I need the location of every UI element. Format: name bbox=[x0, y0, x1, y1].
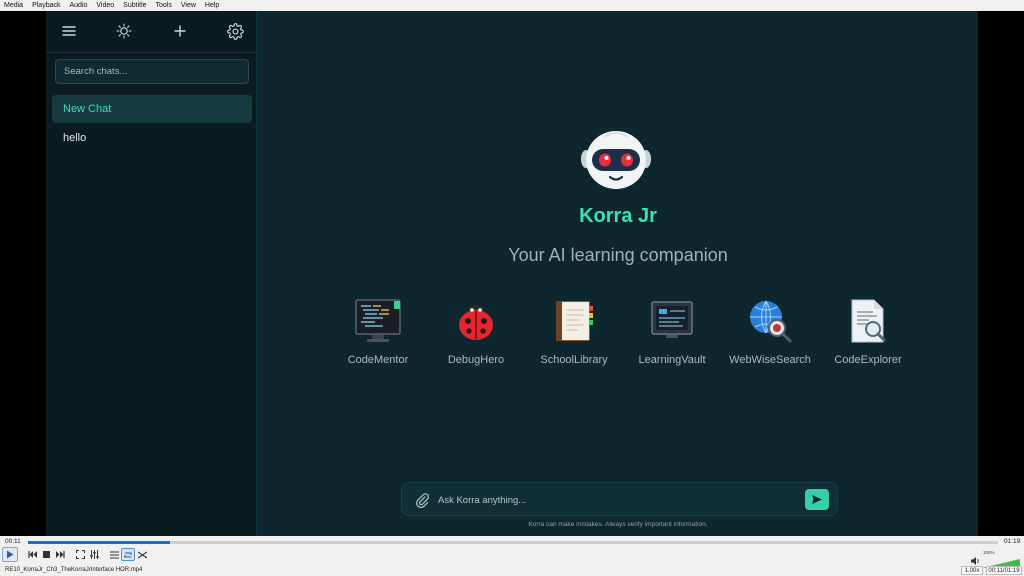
tool-schoollibrary[interactable]: SchoolLibrary bbox=[526, 297, 622, 366]
chat-item-label: New Chat bbox=[63, 103, 112, 115]
chat-item-hello[interactable]: hello bbox=[52, 124, 252, 152]
playback-rate[interactable]: 1.00x bbox=[961, 566, 983, 575]
tool-learningvault[interactable]: LearningVault bbox=[624, 297, 720, 366]
code-monitor-icon bbox=[354, 297, 402, 345]
fullscreen-icon bbox=[75, 550, 85, 559]
shuffle-button[interactable] bbox=[135, 548, 149, 561]
tool-label: SchoolLibrary bbox=[540, 354, 608, 366]
equalizer-icon bbox=[89, 550, 99, 559]
sidebar-toolbar bbox=[46, 11, 257, 53]
tool-label: WebWiseSearch bbox=[729, 354, 811, 366]
sun-icon[interactable] bbox=[112, 19, 136, 43]
menu-view[interactable]: View bbox=[181, 2, 196, 9]
play-button[interactable] bbox=[2, 547, 18, 562]
paperclip-icon[interactable] bbox=[415, 492, 430, 509]
playlist-button[interactable] bbox=[107, 548, 121, 561]
loop-button[interactable] bbox=[121, 548, 135, 561]
main-panel: Korra Jr Your AI learning companion Code… bbox=[258, 11, 978, 536]
menu-tools[interactable]: Tools bbox=[156, 2, 172, 9]
seek-progress bbox=[28, 541, 170, 544]
tool-webwisesearch[interactable]: WebWiseSearch bbox=[722, 297, 818, 366]
tool-label: DebugHero bbox=[447, 354, 505, 366]
plus-icon[interactable] bbox=[168, 19, 192, 43]
stop-button[interactable] bbox=[39, 548, 53, 561]
elapsed-time: 00:11 bbox=[5, 538, 21, 545]
skip-forward-icon bbox=[55, 551, 65, 558]
tool-list: CodeMentor DebugHero SchoolLibrary Learn… bbox=[330, 297, 910, 377]
tool-label: CodeExplorer bbox=[834, 354, 902, 366]
chat-item-new-chat[interactable]: New Chat bbox=[52, 95, 252, 123]
shuffle-icon bbox=[137, 551, 147, 558]
robot-avatar-icon bbox=[574, 127, 658, 197]
loop-icon bbox=[124, 551, 132, 558]
tool-label: LearningVault bbox=[638, 354, 706, 366]
document-search-icon bbox=[844, 297, 892, 345]
chat-item-label: hello bbox=[63, 132, 87, 144]
player-controls: 00:11 01:19 100% RE10_KorraJr_Ch3_TheKor… bbox=[0, 536, 1024, 576]
stop-icon bbox=[42, 551, 50, 558]
sidebar: New Chat hello bbox=[46, 11, 257, 536]
search-chats-input[interactable] bbox=[55, 59, 249, 84]
menu-video[interactable]: Video bbox=[96, 2, 114, 9]
menu-subtitle[interactable]: Subtitle bbox=[123, 2, 146, 9]
volume-slider[interactable] bbox=[982, 555, 1020, 568]
menu-audio[interactable]: Audio bbox=[69, 2, 87, 9]
speaker-icon bbox=[970, 556, 979, 565]
book-icon bbox=[550, 297, 598, 345]
player-menubar: Media Playback Audio Video Subtitle Tool… bbox=[0, 0, 1024, 11]
gear-icon[interactable] bbox=[223, 19, 247, 43]
seek-bar[interactable] bbox=[28, 541, 998, 544]
menu-playback[interactable]: Playback bbox=[32, 2, 60, 9]
menu-help[interactable]: Help bbox=[205, 2, 219, 9]
playlist-icon bbox=[109, 550, 119, 559]
tool-codementor[interactable]: CodeMentor bbox=[330, 297, 426, 366]
next-button[interactable] bbox=[53, 548, 67, 561]
send-button[interactable] bbox=[805, 489, 829, 510]
tool-debughero[interactable]: DebugHero bbox=[428, 297, 524, 366]
globe-search-icon bbox=[746, 297, 794, 345]
tool-label: CodeMentor bbox=[347, 354, 409, 366]
tool-codeexplorer[interactable]: CodeExplorer bbox=[820, 297, 916, 366]
time-display[interactable]: 00:11/01:19 bbox=[986, 566, 1022, 575]
fullscreen-button[interactable] bbox=[73, 548, 87, 561]
play-icon bbox=[7, 550, 14, 559]
skip-back-icon bbox=[27, 551, 37, 558]
media-filename: RE10_KorraJr_Ch3_TheKorraJrInterface HOR… bbox=[5, 567, 143, 573]
video-area: New Chat hello bbox=[0, 11, 1024, 536]
vault-screen-icon bbox=[648, 297, 696, 345]
total-time: 01:19 bbox=[1004, 538, 1021, 545]
disclaimer-text: Korra can make mistakes. Always verify i… bbox=[528, 521, 708, 528]
korra-app: New Chat hello bbox=[46, 11, 978, 536]
app-title: Korra Jr bbox=[579, 205, 657, 227]
ladybug-icon bbox=[452, 297, 500, 345]
chat-input-box bbox=[401, 482, 838, 516]
menu-icon[interactable] bbox=[57, 19, 81, 43]
send-icon bbox=[812, 495, 822, 504]
previous-button[interactable] bbox=[25, 548, 39, 561]
ask-korra-input[interactable] bbox=[438, 491, 788, 509]
app-subtitle: Your AI learning companion bbox=[508, 245, 728, 265]
menu-media[interactable]: Media bbox=[4, 2, 23, 9]
extended-settings-button[interactable] bbox=[87, 548, 101, 561]
